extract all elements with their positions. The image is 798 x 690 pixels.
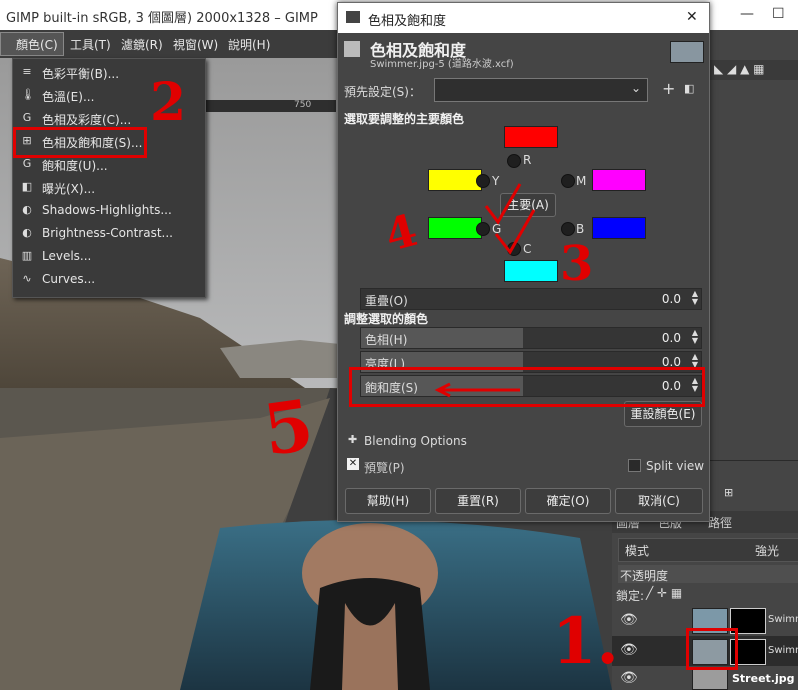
annotation-step-1: 1. (552, 604, 619, 679)
annotation-step-3: 3 (560, 236, 594, 292)
annotation-strokes (434, 183, 536, 398)
annotation-step-2: 2 (150, 72, 187, 133)
